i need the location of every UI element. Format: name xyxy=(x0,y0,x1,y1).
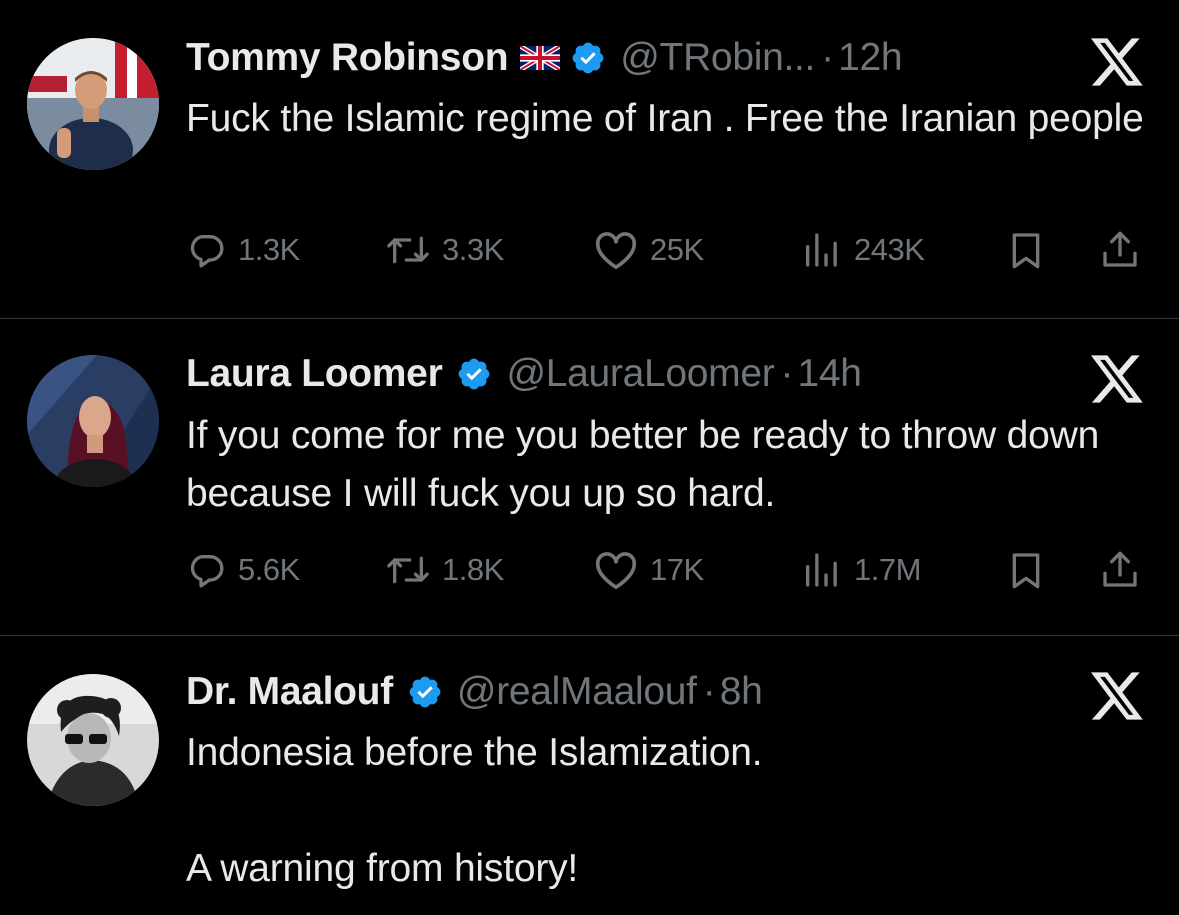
reply-bubble-icon xyxy=(186,230,226,270)
repost-arrows-icon xyxy=(386,230,430,270)
repost-button[interactable]: 1.8K xyxy=(386,545,504,595)
share-upload-icon xyxy=(1100,230,1140,270)
timestamp[interactable]: 12h xyxy=(838,33,902,83)
avatar[interactable] xyxy=(27,38,159,170)
like-button[interactable]: 25K xyxy=(594,225,704,275)
tweet-header: Dr. Maalouf @realMaalouf · 8h xyxy=(186,667,763,717)
avatar[interactable] xyxy=(27,355,159,487)
share-button[interactable] xyxy=(1100,545,1140,595)
tweet-text: If you come for me you better be ready t… xyxy=(186,414,1110,515)
view-count: 1.7M xyxy=(854,552,921,587)
tweet-header: Laura Loomer @LauraLoomer · 14h xyxy=(186,349,862,399)
bookmark-button[interactable] xyxy=(1006,225,1046,275)
verified-badge-icon[interactable] xyxy=(456,356,492,392)
share-upload-icon xyxy=(1100,550,1140,590)
display-name[interactable]: Dr. Maalouf xyxy=(186,667,393,717)
tweet-card[interactable]: Dr. Maalouf @realMaalouf · 8h Indonesia … xyxy=(0,636,1179,915)
repost-arrows-icon xyxy=(386,550,430,590)
reply-bubble-icon xyxy=(186,550,226,590)
bookmark-icon xyxy=(1006,230,1046,270)
analytics-bars-icon xyxy=(800,550,842,590)
repost-button[interactable]: 3.3K xyxy=(386,225,504,275)
heart-icon xyxy=(594,230,638,270)
verified-badge-icon[interactable] xyxy=(570,40,606,76)
view-count: 243K xyxy=(854,232,925,267)
x-logo-icon xyxy=(1088,353,1146,405)
share-button[interactable] xyxy=(1100,225,1140,275)
reply-count: 1.3K xyxy=(238,232,300,267)
separator-dot: · xyxy=(702,670,716,713)
timestamp[interactable]: 14h xyxy=(797,349,861,399)
reply-button[interactable]: 5.6K xyxy=(186,545,300,595)
like-count: 25K xyxy=(650,232,704,267)
like-count: 17K xyxy=(650,552,704,587)
tweet-actions: 5.6K 1.8K 17K 1.7M xyxy=(186,545,1146,595)
analytics-bars-icon xyxy=(800,230,842,270)
heart-icon xyxy=(594,550,638,590)
x-logo-icon xyxy=(1088,670,1146,722)
bookmark-icon xyxy=(1006,550,1046,590)
repost-count: 3.3K xyxy=(442,232,504,267)
display-name[interactable]: Laura Loomer xyxy=(186,349,443,399)
timestamp[interactable]: 8h xyxy=(720,667,763,717)
verified-badge-icon[interactable] xyxy=(407,674,443,710)
separator-dot: · xyxy=(821,36,835,79)
union-jack-flag-icon xyxy=(520,46,561,70)
tweet-header: Tommy Robinson @TRobin... · 12h xyxy=(186,33,903,83)
user-handle[interactable]: @TRobin... xyxy=(620,33,815,83)
reply-button[interactable]: 1.3K xyxy=(186,225,300,275)
repost-count: 1.8K xyxy=(442,552,504,587)
tweet-actions: 1.3K 3.3K 25K 243K xyxy=(186,225,1146,275)
separator-dot: · xyxy=(780,352,794,395)
x-logo-icon xyxy=(1088,36,1146,88)
tweet-text: Fuck the Islamic regime of Iran . Free t… xyxy=(186,97,1144,140)
bookmark-button[interactable] xyxy=(1006,545,1046,595)
reply-count: 5.6K xyxy=(238,552,300,587)
display-name[interactable]: Tommy Robinson xyxy=(186,33,509,83)
avatar[interactable] xyxy=(27,674,159,806)
views-button[interactable]: 243K xyxy=(800,225,925,275)
views-button[interactable]: 1.7M xyxy=(800,545,921,595)
user-handle[interactable]: @realMaalouf xyxy=(457,667,697,717)
tweet-text: Indonesia before the Islamization. A war… xyxy=(186,731,763,890)
user-handle[interactable]: @LauraLoomer xyxy=(506,349,774,399)
tweet-card[interactable]: Laura Loomer @LauraLoomer · 14h If you c… xyxy=(0,319,1179,635)
like-button[interactable]: 17K xyxy=(594,545,704,595)
tweet-card[interactable]: Tommy Robinson @TRobin... · 12h Fuck the… xyxy=(0,0,1179,318)
